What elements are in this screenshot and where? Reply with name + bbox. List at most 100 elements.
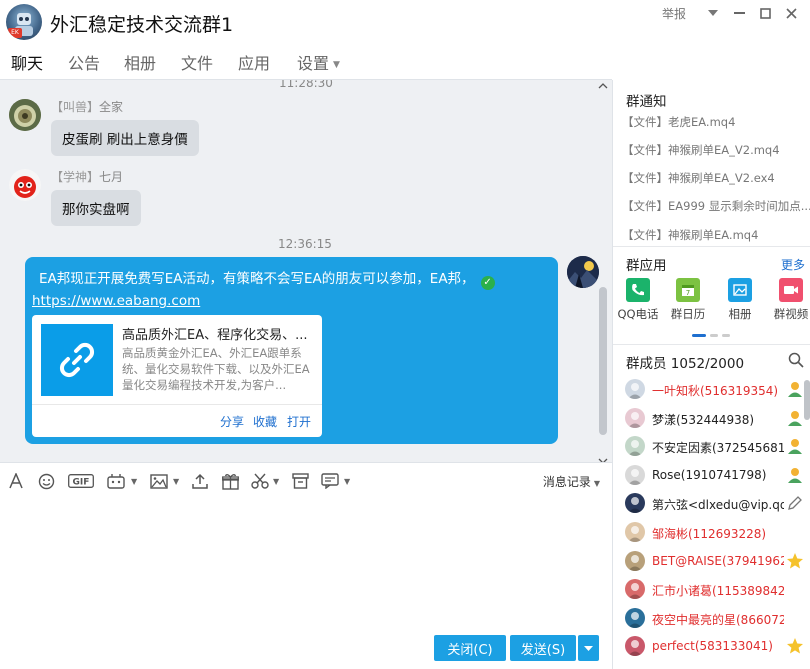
open-button[interactable]: 打开	[287, 413, 311, 430]
favorite-button[interactable]: 收藏	[253, 413, 277, 430]
member-name: BET@RAISE(379419622)	[652, 553, 784, 568]
send-button[interactable]: 发送(S)	[510, 635, 576, 661]
member-avatar[interactable]	[625, 550, 645, 571]
member-avatar[interactable]	[625, 407, 645, 428]
notice-item[interactable]: 【文件】神猴刷单EA.mq4	[622, 227, 758, 243]
member-name: 不安定因素(372545681)	[652, 441, 784, 456]
member-row[interactable]: 夜空中最亮的星(8660727)	[625, 607, 810, 631]
message-history-button[interactable]: 消息记录 ▼	[543, 473, 600, 490]
star-icon	[786, 552, 804, 570]
image-icon[interactable]	[149, 472, 169, 490]
member-row[interactable]: 一叶知秋(516319354)	[625, 379, 810, 402]
member-avatar[interactable]	[625, 579, 645, 600]
member-search-icon[interactable]	[788, 352, 804, 372]
tab-chat[interactable]: 聊天	[8, 50, 46, 83]
minimize-icon[interactable]	[726, 4, 752, 22]
input-area: 关闭(C) 发送(S)	[0, 498, 612, 669]
tab-files[interactable]: 文件	[181, 50, 213, 74]
card-divider	[32, 404, 322, 405]
scroll-up-icon[interactable]	[598, 82, 608, 92]
tab-settings[interactable]: 设置 ▼	[297, 50, 340, 74]
close-button[interactable]: 关闭(C)	[434, 635, 506, 661]
chevron-down-icon[interactable]: ▼	[131, 477, 137, 486]
chevron-down-icon[interactable]: ▼	[173, 477, 179, 486]
member-avatar[interactable]	[625, 436, 645, 457]
upload-file-icon[interactable]	[190, 472, 210, 490]
group-avatar[interactable]: EK	[6, 4, 42, 40]
own-message-bubble[interactable]: EA邦现正开展免费写EA活动，有策略不会写EA的朋友可以参加，EA邦， ✓ htt…	[25, 257, 558, 444]
apps-pager[interactable]	[692, 334, 730, 337]
member-row[interactable]: 汇市小诸葛(115389842)	[625, 579, 810, 602]
more-apps-link[interactable]: 更多	[781, 256, 805, 273]
notice-item[interactable]: 【文件】神猴刷单EA_V2.ex4	[622, 170, 775, 186]
member-row[interactable]: 邹海彬(112693228)	[625, 522, 810, 545]
member-avatar[interactable]	[625, 636, 645, 657]
message-bubble[interactable]: 皮蛋刷 刷出上意身價	[51, 120, 199, 156]
chevron-down-icon: ▼	[333, 59, 340, 70]
gif-icon[interactable]: GIF	[68, 472, 94, 490]
group-title: 外汇稳定技术交流群1	[50, 14, 234, 36]
member-scrollbar-thumb[interactable]	[804, 380, 810, 420]
chat-scrollbar[interactable]	[598, 83, 608, 462]
input-toolbar: GIF ▼ ▼ ▼ ▼ 消息记录 ▼	[0, 462, 612, 498]
app-label: 群日历	[670, 307, 706, 321]
close-icon[interactable]	[778, 4, 804, 22]
tab-notice[interactable]: 公告	[68, 50, 100, 74]
send-options-button[interactable]	[578, 635, 599, 661]
message-link[interactable]: https://www.eabang.com	[32, 293, 200, 309]
member-avatar[interactable]	[625, 493, 645, 514]
member-avatar[interactable]	[625, 607, 645, 628]
member-row[interactable]: BET@RAISE(379419622)	[625, 550, 810, 574]
sender-avatar[interactable]	[9, 169, 41, 201]
member-row[interactable]: perfect(583133041)	[625, 636, 810, 659]
font-icon[interactable]	[6, 472, 26, 490]
app-album[interactable]: 相册	[716, 278, 764, 322]
admin-icon	[786, 466, 804, 484]
notice-item[interactable]: 【文件】神猴刷单EA_V2.mq4	[622, 142, 780, 158]
chevron-down-icon[interactable]: ▼	[344, 477, 350, 486]
app-calendar[interactable]: 7 群日历	[664, 278, 712, 322]
members-header: 群成员 1052/2000	[626, 356, 745, 372]
member-row[interactable]: 梦漾(532444938)	[625, 407, 810, 431]
magic-expression-icon[interactable]	[106, 472, 126, 490]
chat-window-icon[interactable]	[320, 472, 340, 490]
member-avatar[interactable]	[625, 522, 645, 542]
member-avatar[interactable]	[625, 464, 645, 485]
member-row[interactable]: Rose(1910741798)	[625, 464, 810, 488]
message-input[interactable]	[8, 502, 604, 626]
message-bubble[interactable]: 那你实盘啊	[51, 190, 141, 226]
dropdown-icon[interactable]	[700, 4, 726, 22]
member-avatar[interactable]	[625, 379, 645, 399]
app-qq-call[interactable]: QQ电话	[614, 278, 662, 322]
report-link[interactable]: 举报	[662, 5, 686, 22]
my-avatar[interactable]	[567, 256, 599, 288]
chevron-down-icon[interactable]: ▼	[273, 477, 279, 486]
night-scene-avatar-icon	[567, 256, 599, 288]
chain-link-icon	[59, 342, 95, 378]
member-name: 邹海彬(112693228)	[652, 527, 767, 541]
chat-scrollbar-thumb[interactable]	[599, 287, 607, 435]
sender-name: 【学神】七月	[51, 168, 123, 185]
sender-avatar[interactable]	[9, 99, 41, 131]
sender-title: 【叫兽】	[51, 100, 100, 114]
screenshot-scissors-icon[interactable]	[250, 472, 270, 490]
link-preview-card[interactable]: 高品质外汇EA、程序化交易、... 高品质黄金外汇EA、外汇EA跟单系统、量化交…	[32, 315, 322, 437]
photo-icon	[728, 278, 752, 302]
gift-icon[interactable]	[220, 472, 240, 490]
panel-divider	[613, 344, 810, 345]
chat-history[interactable]: 11:28:30 【叫兽】全家 皮蛋刷 刷出上意身價 【学神】七月 那你实盘啊 …	[0, 80, 612, 462]
maximize-icon[interactable]	[752, 4, 778, 22]
member-name: 汇市小诸葛(115389842)	[652, 584, 784, 599]
chevron-down-icon: ▼	[593, 479, 600, 488]
notice-item[interactable]: 【文件】EA999 显示剩余时间加点...	[622, 198, 810, 214]
share-button[interactable]: 分享	[220, 413, 244, 430]
member-row[interactable]: 第六弦<dlxedu@vip.qq.co	[625, 493, 810, 516]
tab-apps[interactable]: 应用	[238, 50, 270, 74]
admin-icon	[786, 409, 804, 427]
emoji-icon[interactable]	[36, 472, 56, 490]
member-row[interactable]: 不安定因素(372545681)	[625, 436, 810, 459]
app-group-video[interactable]: 群视频	[767, 278, 810, 322]
announcement-box-icon[interactable]	[290, 472, 310, 490]
tab-album[interactable]: 相册	[124, 50, 156, 74]
notice-item[interactable]: 【文件】老虎EA.mq4	[622, 114, 735, 130]
